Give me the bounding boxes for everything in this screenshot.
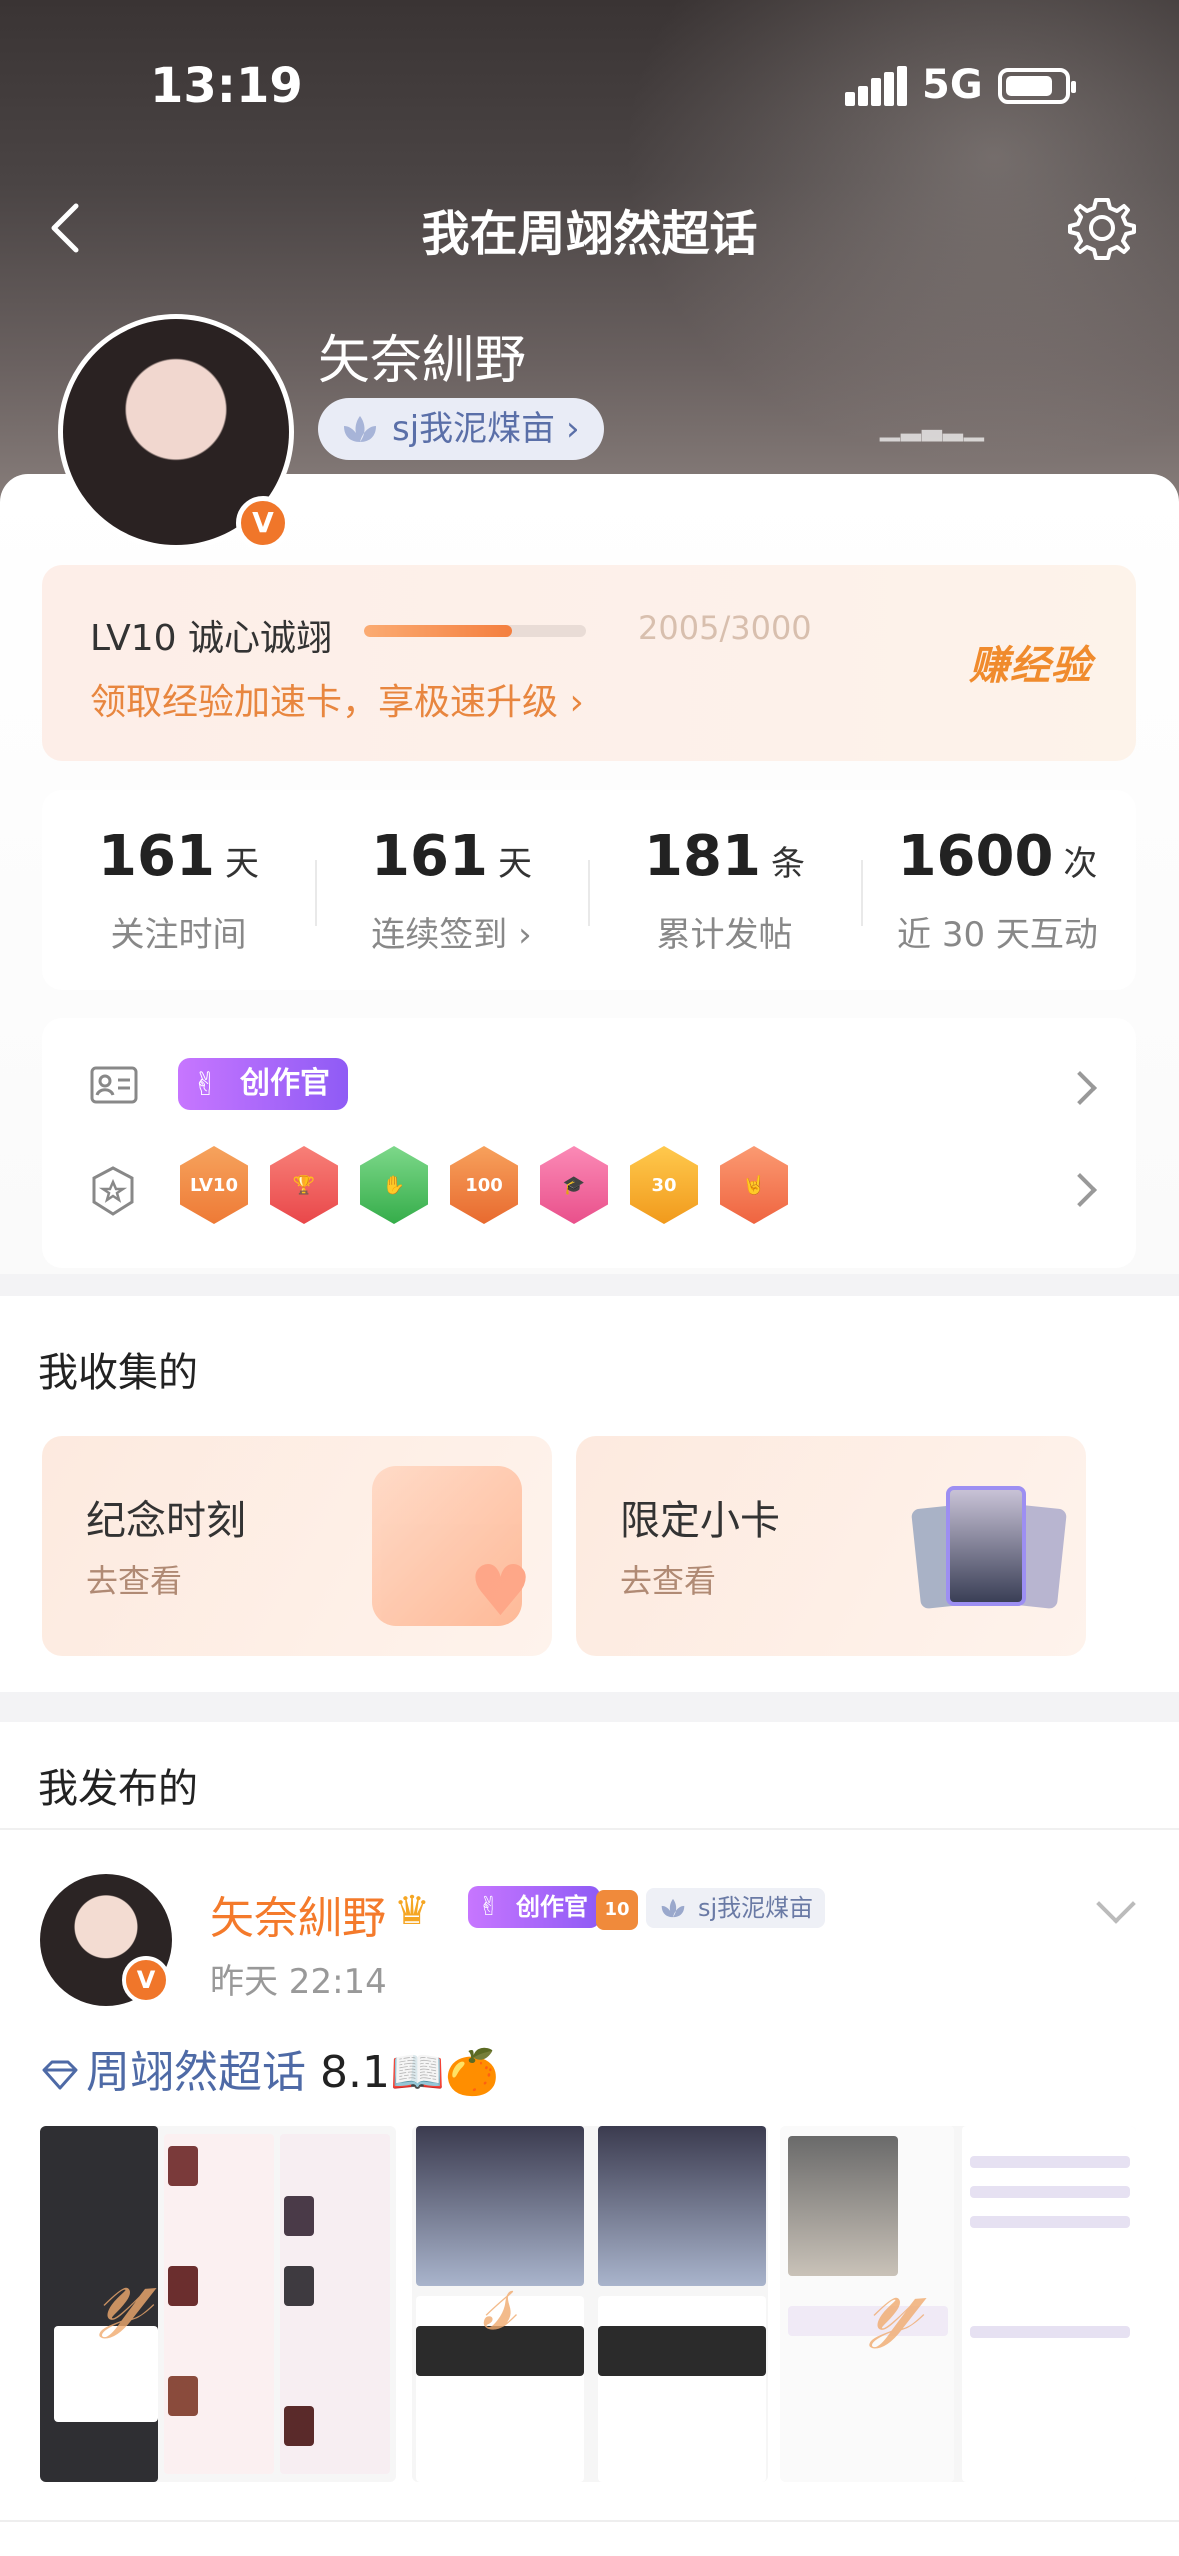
faint-watermark: ▁▂▃▂▁ <box>880 412 985 442</box>
medal-rock[interactable]: 🤘 <box>720 1146 788 1224</box>
medal-cap[interactable]: 🎓 <box>540 1146 608 1224</box>
verified-icon: V <box>236 496 290 550</box>
signal-icon <box>845 66 907 106</box>
post-author-tag: sj我泥煤亩 <box>646 1888 826 1928</box>
id-card-icon <box>90 1066 138 1104</box>
signature-overlay: 𝓎 <box>870 2246 923 2351</box>
stat-unit: 条 <box>770 844 805 884</box>
crown-icon: ♛ <box>394 1888 430 1934</box>
collect-card-photocards[interactable]: 限定小卡 去查看 <box>576 1436 1086 1656</box>
collect-card-link: 去查看 <box>86 1562 183 1600</box>
collect-card-moments[interactable]: 纪念时刻 去查看 <box>42 1436 552 1656</box>
stat-unit: 天 <box>497 844 532 884</box>
divider <box>0 2520 1179 2522</box>
chevron-right-icon: › <box>569 682 584 723</box>
badges-card: 创作官 LV10 🏆 ✋ 100 🎓 30 🤘 <box>42 1018 1136 1268</box>
stat-label: 近 30 天互动 <box>897 915 1098 955</box>
stat-interactions: 1600 次 近 30 天互动 <box>861 824 1134 956</box>
signature-overlay: 𝓎 <box>100 2236 153 2341</box>
post-time: 昨天 22:14 <box>210 1962 387 2002</box>
creator-badge[interactable]: 创作官 <box>178 1058 348 1110</box>
username: 矢奈紃野 <box>318 331 527 391</box>
post-author-tag-label: sj我泥煤亩 <box>698 1894 814 1922</box>
photocard-image <box>946 1486 1026 1606</box>
diamond-topic-icon <box>42 2060 78 2090</box>
medal-lv10[interactable]: LV10 <box>180 1146 248 1224</box>
level-progress-bar <box>364 625 586 637</box>
medal-hand[interactable]: ✋ <box>360 1146 428 1224</box>
stat-unit: 天 <box>224 844 259 884</box>
exp-card-link-label: 领取经验加速卡，享极速升级 <box>90 682 559 723</box>
medal-icon <box>92 1166 134 1216</box>
level-title: LV10 诚心诚翊 <box>90 618 332 659</box>
stat-value: 161 <box>371 824 488 889</box>
stat-unit: 次 <box>1063 844 1098 884</box>
post-topic-link[interactable]: 周翊然超话 <box>86 2047 306 2098</box>
stat-label: 连续签到 › <box>371 915 532 955</box>
lotus-icon <box>661 1898 685 1918</box>
posts-section-title: 我发布的 <box>38 1766 198 1812</box>
stats-card: 161 天 关注时间 161 天 连续签到 › 181 条 累计发帖 1600 次 近 … <box>42 790 1136 990</box>
stat-checkin-days[interactable]: 161 天 连续签到 › <box>315 824 588 956</box>
exp-card-link[interactable]: 领取经验加速卡，享极速升级 › <box>90 673 584 725</box>
creator-badge[interactable]: 创作官 <box>468 1886 600 1928</box>
level-icon: 10 <box>596 1890 638 1930</box>
gear-icon[interactable] <box>1066 192 1138 264</box>
profile-tag-label: sj我泥煤亩 <box>392 409 556 449</box>
stat-follow-days: 161 天 关注时间 <box>42 824 315 956</box>
stat-value: 1600 <box>897 824 1054 889</box>
network-type: 5G <box>922 62 983 108</box>
divider <box>0 1828 1179 1830</box>
post-image[interactable]: 𝓎 <box>780 2126 1136 2482</box>
chevron-right-icon: › <box>565 409 580 449</box>
post-text: 周翊然超话 8.1📖🍊 <box>40 2036 500 2100</box>
medal-trophy[interactable]: 🏆 <box>270 1146 338 1224</box>
post-body: 8.1📖🍊 <box>306 2047 500 2098</box>
stat-posts: 181 条 累计发帖 <box>588 824 861 956</box>
stat-value: 181 <box>644 824 761 889</box>
nav-bar: 我在周翊然超话 <box>0 180 1179 280</box>
earn-exp-button[interactable]: 赚经验 <box>969 633 1092 691</box>
chevron-right-icon[interactable] <box>1063 1071 1097 1105</box>
battery-icon <box>998 68 1076 104</box>
exp-count: 2005/3000 <box>638 609 812 647</box>
medal-30-days[interactable]: 30 <box>630 1146 698 1224</box>
lotus-icon <box>344 416 376 442</box>
medal-100-days[interactable]: 100 <box>450 1146 518 1224</box>
collect-card-title: 限定小卡 <box>620 1498 780 1544</box>
avatar[interactable]: V <box>58 314 294 550</box>
collect-card-title: 纪念时刻 <box>86 1498 246 1544</box>
stat-value: 161 <box>98 824 215 889</box>
collect-section-title: 我收集的 <box>38 1350 198 1396</box>
signature-overlay: 𝓈 <box>482 2246 516 2351</box>
page-title: 我在周翊然超话 <box>421 206 758 262</box>
status-time: 13:19 <box>150 58 303 114</box>
level-progress-fill <box>364 625 513 637</box>
level-card[interactable]: LV10 诚心诚翊 2005/3000 领取经验加速卡，享极速升级 › 赚经验 <box>42 565 1136 761</box>
calendar-art-icon <box>372 1466 532 1632</box>
profile-tag-button[interactable]: sj我泥煤亩 › <box>318 398 604 460</box>
status-bar: 13:19 5G <box>0 40 1179 130</box>
stat-label: 累计发帖 <box>656 915 793 955</box>
chevron-right-icon[interactable] <box>1063 1173 1097 1207</box>
verified-icon: V <box>122 1956 170 2004</box>
post-author-name[interactable]: 矢奈紃野 <box>210 1882 386 1946</box>
post-image[interactable]: 𝓈 <box>412 2126 768 2482</box>
stat-label: 关注时间 <box>110 915 247 955</box>
collect-card-link: 去查看 <box>620 1562 717 1600</box>
post-image[interactable]: 𝓎 <box>40 2126 396 2482</box>
